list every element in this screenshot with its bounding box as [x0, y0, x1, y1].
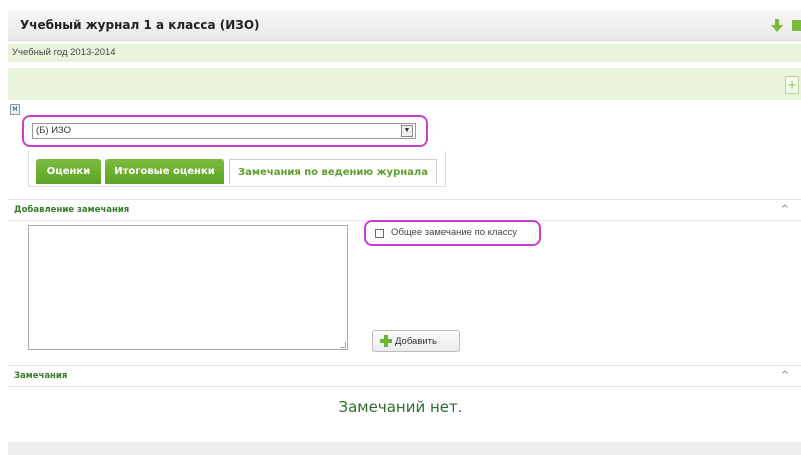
subject-select-value: (Б) ИЗО: [36, 125, 72, 136]
no-remarks-message: Замечаний нет.: [338, 398, 463, 416]
green-plus-icon: [380, 335, 392, 347]
class-remark-checkbox[interactable]: [375, 229, 384, 238]
remarks-section-header[interactable]: Замечания ^: [8, 365, 801, 387]
folder-icon[interactable]: [792, 20, 801, 31]
tab-grades[interactable]: Оценки: [36, 159, 101, 184]
subject-select[interactable]: (Б) ИЗО ▼: [32, 123, 416, 139]
collapse-caret-icon[interactable]: ^: [781, 204, 789, 215]
add-remark-title: Добавление замечания: [14, 205, 130, 215]
remark-textarea[interactable]: [28, 225, 348, 350]
remarks-title: Замечания: [14, 371, 68, 381]
school-year-bar: Учебный год 2013-2014: [8, 44, 801, 62]
add-remark-section-header[interactable]: Добавление замечания ^: [8, 199, 801, 221]
page-title: Учебный журнал 1 а класса (ИЗО): [20, 18, 260, 32]
add-remark-button[interactable]: Добавить: [372, 330, 460, 352]
footer-bar: [8, 442, 801, 455]
add-button-label: Добавить: [395, 336, 437, 347]
class-remark-label: Общее замечание по классу: [391, 227, 518, 238]
tab-final-grades[interactable]: Итоговые оценки: [105, 159, 224, 184]
expand-plus-icon[interactable]: +: [785, 76, 799, 94]
window-header: Учебный журнал 1 а класса (ИЗО): [8, 10, 801, 41]
chevron-down-icon[interactable]: ▼: [401, 125, 413, 137]
resize-grip-icon[interactable]: [340, 342, 346, 348]
school-year-label: Учебный год 2013-2014: [12, 47, 116, 58]
filter-band: +: [8, 68, 801, 100]
download-arrow-icon[interactable]: [771, 19, 783, 32]
tab-journal-remarks[interactable]: Замечания по ведению журнала: [229, 159, 437, 184]
excel-export-icon[interactable]: M: [10, 104, 20, 115]
collapse-caret-icon[interactable]: ^: [781, 370, 789, 381]
